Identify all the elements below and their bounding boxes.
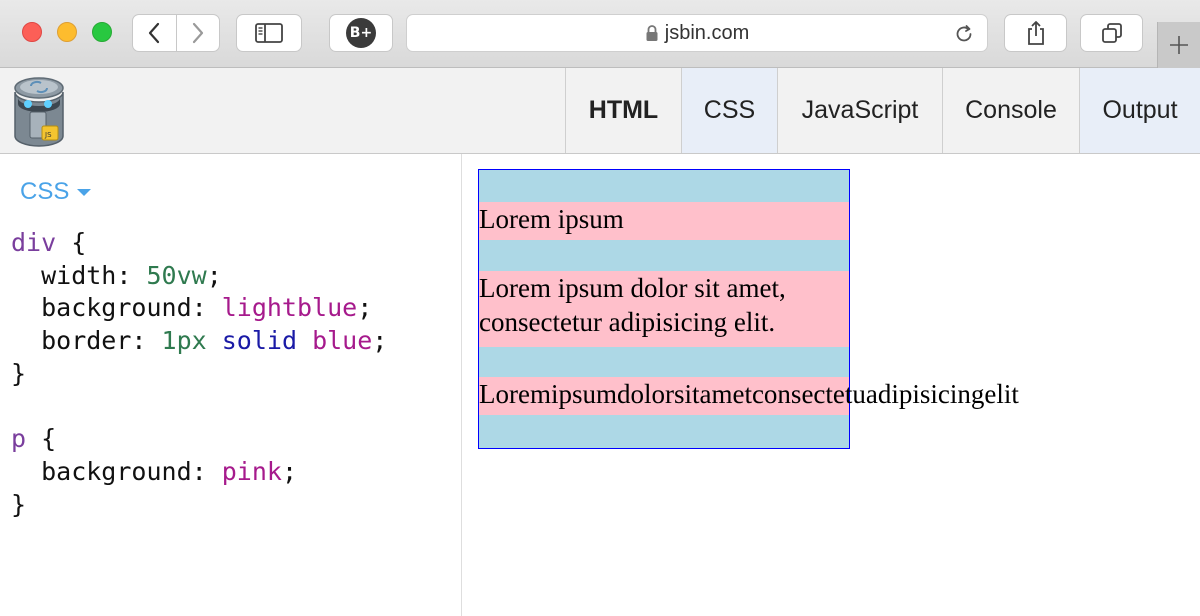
caret-down-icon	[77, 188, 92, 196]
language-label: CSS	[20, 178, 70, 205]
language-dropdown[interactable]: CSS	[20, 178, 92, 206]
minimize-window-button[interactable]	[57, 22, 77, 42]
plus-icon	[1170, 36, 1188, 54]
chevron-left-icon	[149, 22, 160, 44]
code-line: background: pink;	[11, 456, 387, 489]
code-line: width: 50vw;	[11, 260, 387, 293]
panel-tabs: HTML CSS JavaScript Console Output	[565, 68, 1200, 153]
code-token: pink	[221, 456, 282, 486]
code-token: p	[11, 424, 27, 454]
css-editor-panel[interactable]: CSS div { width: 50vw; background: light…	[0, 154, 462, 616]
code-token: {	[26, 424, 57, 454]
reload-icon[interactable]	[953, 23, 975, 45]
output-paragraph: Loremipsumdolorsitametconsectetuadipisic…	[479, 377, 1019, 415]
tabs-overview-icon	[1101, 23, 1122, 43]
code-line: p {	[11, 423, 387, 456]
close-window-button[interactable]	[22, 22, 42, 42]
code-token: background:	[11, 456, 222, 486]
code-editor[interactable]: div { width: 50vw; background: lightblue…	[11, 227, 387, 521]
jsbin-logo-icon[interactable]: JS	[12, 74, 68, 148]
code-token: lightblue	[221, 293, 358, 323]
tab-html[interactable]: HTML	[565, 68, 681, 153]
code-token: {	[56, 228, 87, 257]
sidebar-button[interactable]	[236, 14, 302, 52]
show-tabs-button[interactable]	[1080, 14, 1143, 52]
code-token: background:	[11, 293, 222, 323]
code-token: width:	[11, 260, 147, 290]
jsbin-toolbar: JS HTML CSS JavaScript Console Output	[0, 68, 1200, 154]
lock-icon	[646, 25, 658, 41]
code-token: ;	[206, 260, 222, 290]
browser-toolbar: B+ jsbin.com	[0, 0, 1200, 68]
tab-output[interactable]: Output	[1079, 68, 1200, 153]
tab-javascript[interactable]: JavaScript	[777, 68, 942, 153]
chevron-right-icon	[192, 22, 203, 44]
code-token: 50vw	[146, 260, 207, 290]
output-panel: Lorem ipsum Lorem ipsum dolor sit amet, …	[463, 154, 1200, 616]
code-token: ;	[281, 456, 297, 486]
code-line: }	[11, 489, 387, 522]
code-line: border: 1px solid blue;	[11, 325, 387, 358]
code-line: background: lightblue;	[11, 292, 387, 325]
url-text: jsbin.com	[664, 21, 750, 44]
code-token: }	[11, 489, 27, 519]
back-button[interactable]	[133, 15, 177, 51]
code-line: }	[11, 358, 387, 391]
address-bar[interactable]: jsbin.com	[406, 14, 988, 52]
code-token: blue	[312, 326, 373, 356]
code-token: ;	[357, 293, 373, 323]
tab-console[interactable]: Console	[942, 68, 1079, 153]
navigation-buttons	[132, 14, 220, 52]
zoom-window-button[interactable]	[92, 22, 112, 42]
code-token: }	[11, 358, 27, 388]
tab-css[interactable]: CSS	[681, 68, 777, 153]
code-token: border:	[11, 326, 162, 356]
share-button[interactable]	[1004, 14, 1067, 52]
code-token: solid	[221, 326, 297, 356]
forward-button[interactable]	[177, 15, 220, 51]
code-token: ;	[372, 326, 388, 356]
code-line: div {	[11, 227, 387, 260]
new-tab-button[interactable]	[1157, 22, 1200, 68]
share-icon	[1027, 21, 1044, 45]
svg-text:JS: JS	[44, 131, 52, 139]
sidebar-icon	[255, 23, 283, 43]
demo-div-box: Lorem ipsum Lorem ipsum dolor sit amet, …	[478, 169, 1019, 449]
extension-badge: B+	[346, 18, 376, 48]
extension-button[interactable]: B+	[329, 14, 393, 52]
output-paragraph: Lorem ipsum dolor sit amet, consectetur …	[479, 271, 849, 347]
code-token: div	[11, 228, 57, 257]
code-token: 1px	[161, 326, 207, 356]
output-paragraph: Lorem ipsum	[479, 202, 849, 240]
